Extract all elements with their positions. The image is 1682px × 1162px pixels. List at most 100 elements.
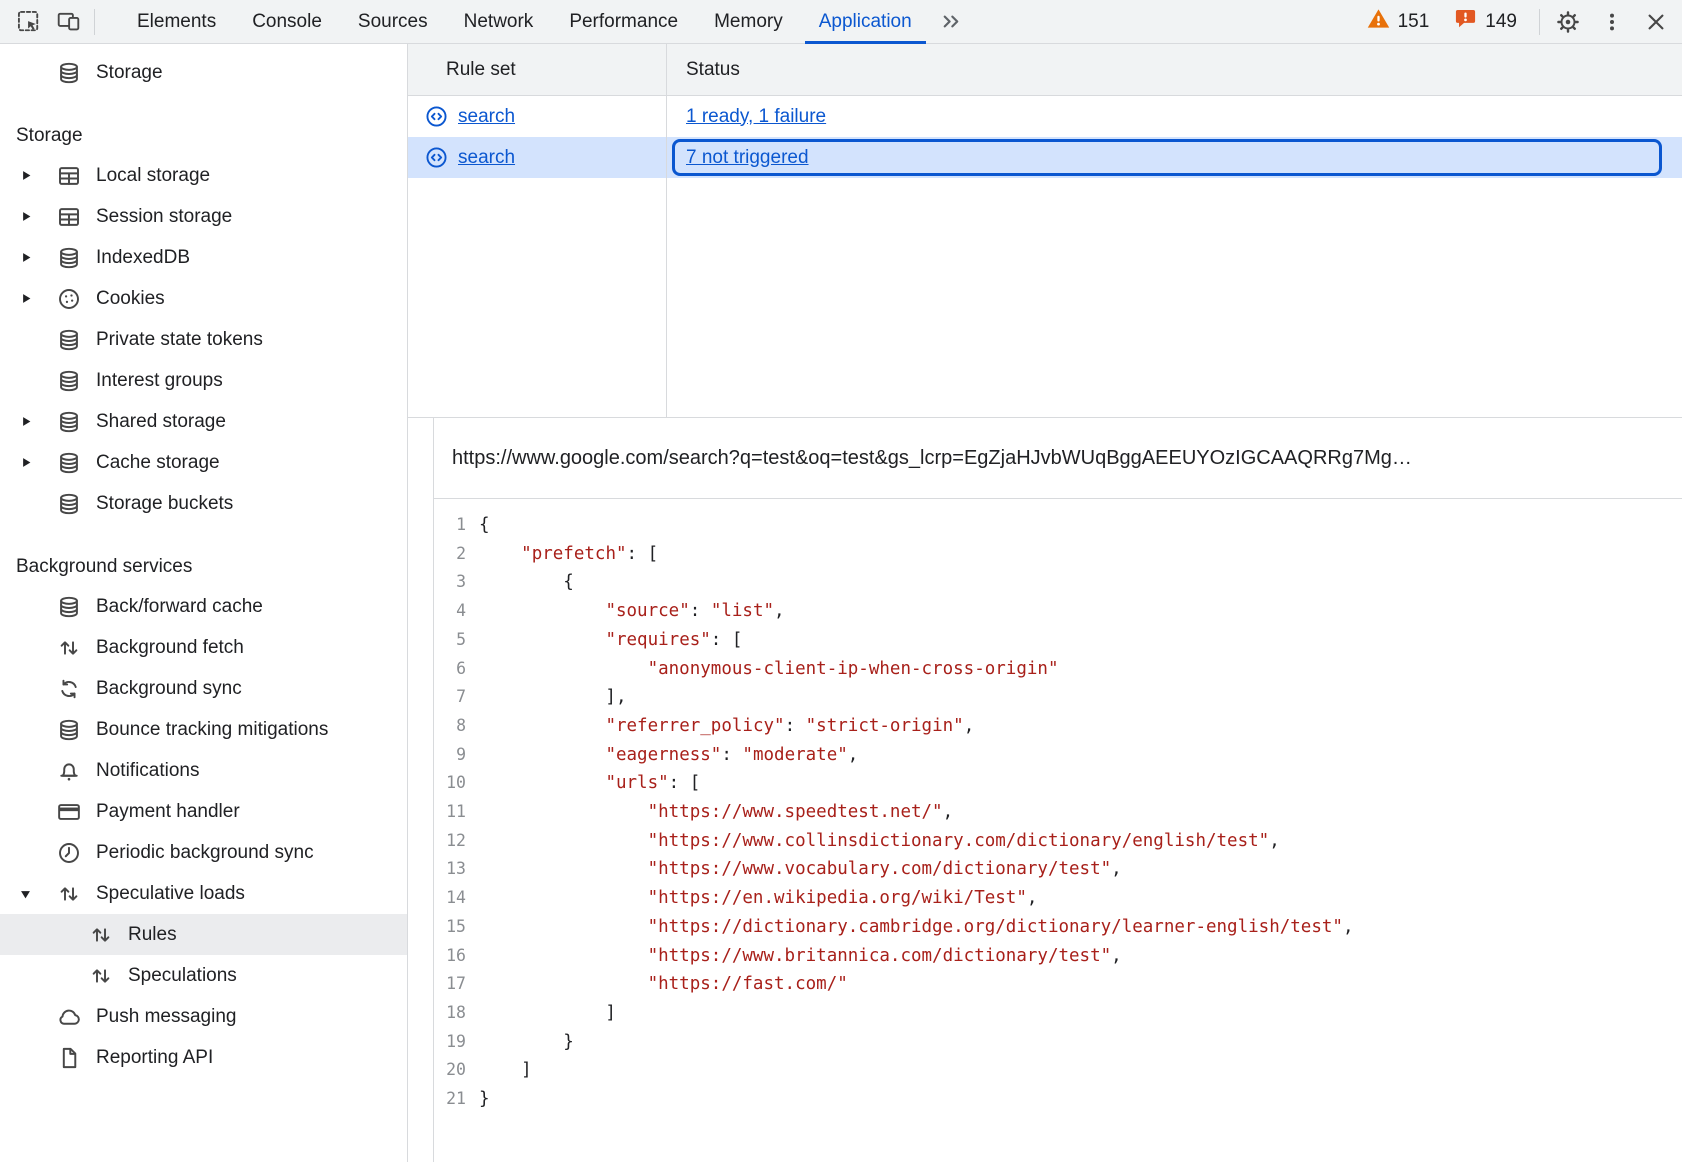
rule-set-row[interactable]: search 7 not triggered [408, 137, 1682, 178]
sidebar-item-label: Reporting API [96, 1047, 213, 1069]
expander-collapsed-icon[interactable] [16, 412, 40, 432]
sidebar-item-payment-handler[interactable]: Payment handler [0, 791, 407, 832]
code-text: "requires": [ [479, 626, 742, 655]
code-text: "urls": [ [479, 769, 700, 798]
tab-application[interactable]: Application [801, 0, 930, 44]
line-number: 12 [434, 827, 479, 856]
issue-count: 149 [1485, 11, 1517, 33]
code-text: "https://dictionary.cambridge.org/dictio… [479, 913, 1354, 942]
sidebar-item-background-sync[interactable]: Background sync [0, 668, 407, 709]
sidebar-item-cache-storage[interactable]: Cache storage [0, 442, 407, 483]
rule-set-table-header: Rule set Status [408, 44, 1682, 96]
devtools-toolbar: ElementsConsoleSourcesNetworkPerformance… [0, 0, 1682, 44]
sidebar-item-rules[interactable]: Rules [0, 914, 407, 955]
status-cell[interactable]: 1 ready, 1 failure [666, 96, 1682, 137]
rule-set-row[interactable]: search 1 ready, 1 failure [408, 96, 1682, 137]
sidebar-item-storage-buckets[interactable]: Storage buckets [0, 483, 407, 524]
rule-set-json-viewer[interactable]: 1{2 "prefetch": [3 {4 "source": "list",5… [434, 499, 1682, 1162]
sidebar-item-background-fetch[interactable]: Background fetch [0, 627, 407, 668]
sidebar-item-label: Background fetch [96, 637, 244, 659]
sidebar-item-label: Back/forward cache [96, 596, 263, 618]
sidebar-item-periodic-background-sync[interactable]: Periodic background sync [0, 832, 407, 873]
sidebar-item-notifications[interactable]: Notifications [0, 750, 407, 791]
code-line: 12 "https://www.collinsdictionary.com/di… [434, 827, 1682, 856]
sidebar-item-interest-groups[interactable]: Interest groups [0, 360, 407, 401]
panel-tabs: ElementsConsoleSourcesNetworkPerformance… [119, 0, 930, 44]
line-number: 10 [434, 769, 479, 798]
tab-elements[interactable]: Elements [119, 0, 234, 44]
status-link[interactable]: 1 ready, 1 failure [686, 106, 826, 128]
expander-spacer [16, 1007, 40, 1027]
sidebar-item-session-storage[interactable]: Session storage [0, 196, 407, 237]
warning-count: 151 [1398, 11, 1430, 33]
expander-collapsed-icon[interactable] [16, 248, 40, 268]
device-toolbar-icon[interactable] [48, 0, 88, 44]
database-icon [56, 409, 82, 435]
database-icon [56, 491, 82, 517]
code-line: 13 "https://www.vocabulary.com/dictionar… [434, 855, 1682, 884]
tab-performance[interactable]: Performance [551, 0, 696, 44]
code-line: 11 "https://www.speedtest.net/", [434, 798, 1682, 827]
database-icon [56, 450, 82, 476]
inspect-element-icon[interactable] [8, 0, 48, 44]
rule-set-cell[interactable]: search [408, 96, 666, 137]
sidebar-item-shared-storage[interactable]: Shared storage [0, 401, 407, 442]
sidebar-item-label: Local storage [96, 165, 210, 187]
cookie-icon [56, 286, 82, 312]
rule-set-cell[interactable]: search [408, 137, 666, 178]
line-number: 3 [434, 568, 479, 597]
sidebar-item-reporting-api[interactable]: Reporting API [0, 1037, 407, 1078]
file-icon [56, 1045, 82, 1071]
line-number: 13 [434, 855, 479, 884]
warnings-counter[interactable]: 151 [1354, 6, 1442, 37]
bell-icon [56, 758, 82, 784]
issues-counter[interactable]: 149 [1441, 6, 1529, 37]
status-link[interactable]: 7 not triggered [686, 147, 809, 169]
sidebar-item-speculations[interactable]: Speculations [0, 955, 407, 996]
close-icon[interactable] [1634, 0, 1678, 44]
sidebar-item-cookies[interactable]: Cookies [0, 278, 407, 319]
sidebar-item-speculative-loads[interactable]: Speculative loads [0, 873, 407, 914]
line-number: 16 [434, 942, 479, 971]
application-sidebar[interactable]: StorageStorageLocal storageSession stora… [0, 44, 408, 1162]
status-cell[interactable]: 7 not triggered [666, 137, 1682, 178]
sidebar-item-indexeddb[interactable]: IndexedDB [0, 237, 407, 278]
database-icon [56, 594, 82, 620]
expander-collapsed-icon[interactable] [16, 166, 40, 186]
code-text: "eagerness": "moderate", [479, 741, 858, 770]
tab-memory[interactable]: Memory [696, 0, 801, 44]
expander-collapsed-icon[interactable] [16, 207, 40, 227]
clock-icon [56, 840, 82, 866]
tab-network[interactable]: Network [446, 0, 552, 44]
sidebar-item-back-forward-cache[interactable]: Back/forward cache [0, 586, 407, 627]
sidebar-item-label: IndexedDB [96, 247, 190, 269]
code-line: 5 "requires": [ [434, 626, 1682, 655]
sidebar-item-label: Storage buckets [96, 493, 233, 515]
code-line: 2 "prefetch": [ [434, 540, 1682, 569]
expander-expanded-icon[interactable] [16, 884, 40, 904]
code-text: "https://fast.com/" [479, 970, 848, 999]
sidebar-section-background-services: Background services [0, 548, 407, 586]
sidebar-item-storage[interactable]: Storage [0, 52, 407, 93]
rule-set-link[interactable]: search [458, 106, 515, 128]
sidebar-item-private-state-tokens[interactable]: Private state tokens [0, 319, 407, 360]
rule-set-table: Rule set Status search 1 ready, 1 failure… [408, 44, 1682, 418]
toolbar-right-cluster: 151 149 [1354, 0, 1682, 44]
sidebar-item-label: Speculative loads [96, 883, 245, 905]
code-line: 21} [434, 1085, 1682, 1114]
code-text: "https://en.wikipedia.org/wiki/Test", [479, 884, 1037, 913]
expander-collapsed-icon[interactable] [16, 453, 40, 473]
rule-set-link[interactable]: search [458, 147, 515, 169]
tab-console[interactable]: Console [234, 0, 340, 44]
code-line: 19 } [434, 1028, 1682, 1057]
line-number: 4 [434, 597, 479, 626]
sidebar-item-local-storage[interactable]: Local storage [0, 155, 407, 196]
sidebar-item-bounce-tracking-mitigations[interactable]: Bounce tracking mitigations [0, 709, 407, 750]
more-tabs-button[interactable] [930, 0, 974, 44]
expander-collapsed-icon[interactable] [16, 289, 40, 309]
kebab-menu-icon[interactable] [1590, 0, 1634, 44]
settings-gear-icon[interactable] [1546, 0, 1590, 44]
code-text: { [479, 511, 490, 540]
sidebar-item-push-messaging[interactable]: Push messaging [0, 996, 407, 1037]
tab-sources[interactable]: Sources [340, 0, 446, 44]
